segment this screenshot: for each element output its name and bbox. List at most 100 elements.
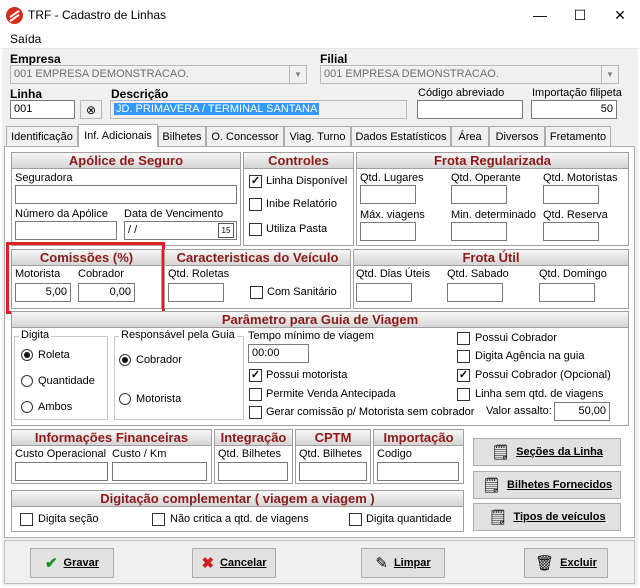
binoculars-icon[interactable]: ⊗ [80, 100, 102, 119]
integracao-qtd-bilhetes-input[interactable] [218, 462, 288, 481]
tempo-minimo-input[interactable]: 00:00 [248, 344, 309, 363]
data-vencimento-label: Data de Vencimento [124, 208, 224, 220]
qtd-roletas-input[interactable] [168, 283, 224, 302]
gerar-comissao-checkbox[interactable] [249, 406, 262, 419]
tab-inf-adicionais[interactable]: Inf. Adicionais [78, 124, 158, 147]
secoes-linha-label: Seções da Linha [516, 446, 603, 458]
valor-assalto-input[interactable]: 50,00 [554, 402, 610, 421]
ambos-radio[interactable] [21, 401, 33, 413]
qtd-operante-input[interactable] [451, 185, 507, 204]
descricao-input[interactable]: JD. PRIMAVERA / TERMINAL SANTANA [110, 100, 407, 119]
qtd-motoristas-label: Qtd. Motoristas [543, 172, 618, 184]
gravar-button[interactable]: ✔ Gravar [30, 548, 114, 578]
document-list-icon: 🗒 [491, 444, 511, 461]
linha-sem-viagens-label: Linha sem qtd. de viagens [475, 388, 604, 400]
min-determinado-input[interactable] [451, 222, 507, 241]
digita-agencia-checkbox[interactable] [457, 350, 470, 363]
linha-label: Linha [10, 87, 42, 101]
permite-venda-checkbox[interactable] [249, 388, 262, 401]
ambos-label: Ambos [38, 401, 73, 413]
qtd-lugares-input[interactable] [360, 185, 416, 204]
cptm-qtd-bilhetes-label: Qtd. Bilhetes [299, 448, 362, 460]
tab-identificacao[interactable]: Identificação [6, 126, 78, 146]
tab-viag-turno[interactable]: Viag. Turno [284, 126, 351, 146]
cobrador-comissao-label: Cobrador [78, 268, 124, 280]
nao-critica-checkbox[interactable] [152, 513, 165, 526]
possui-cobrador-checkbox[interactable] [457, 332, 470, 345]
cancelar-button[interactable]: ✖ Cancelar [192, 548, 276, 578]
menu-saida[interactable]: Saída [10, 32, 41, 46]
digita-legend: Digita [19, 329, 52, 341]
digita-secao-label: Digita seção [38, 513, 99, 525]
bilhetes-fornecidos-button[interactable]: 🗒 Bilhetes Fornecidos [473, 471, 621, 499]
qtd-dias-uteis-input[interactable] [356, 283, 412, 302]
cobrador-comissao-input[interactable]: 0,00 [78, 283, 135, 302]
numero-apolice-input[interactable] [15, 221, 117, 240]
tab-fretamento[interactable]: Fretamento [545, 126, 611, 146]
numero-apolice-label: Número da Apólice [15, 208, 108, 220]
parametro-title: Parâmetro para Guia de Viagem [12, 312, 628, 328]
utiliza-pasta-checkbox[interactable] [249, 223, 262, 236]
inibe-relatorio-label: Inibe Relatório [266, 198, 337, 210]
tab-bilhetes[interactable]: Bilhetes [158, 126, 206, 146]
limpar-label: Limpar [393, 557, 431, 569]
tab-diversos[interactable]: Diversos [489, 126, 545, 146]
valor-assalto-label: Valor assalto: [486, 405, 552, 417]
empresa-combo[interactable]: 001 EMPRESA DEMONSTRACAO. [10, 65, 307, 84]
chevron-down-icon[interactable]: ▼ [601, 66, 618, 83]
possui-cobrador-opcional-checkbox[interactable]: ✓ [457, 369, 470, 382]
importacao-codigo-input[interactable] [377, 462, 459, 481]
digita-secao-checkbox[interactable] [20, 513, 33, 526]
qtd-motoristas-input[interactable] [543, 185, 599, 204]
motorista-radio[interactable] [119, 393, 131, 405]
document-list-icon: 🗒 [481, 477, 501, 494]
linha-sem-viagens-checkbox[interactable] [457, 388, 470, 401]
tab-o-concessor[interactable]: O. Concessor [206, 126, 284, 146]
importacao-filipeta-label: Importação filipeta [532, 87, 622, 99]
apolice-title: Apólice de Seguro [12, 153, 240, 169]
cobrador-radio[interactable] [119, 354, 131, 366]
custo-km-input[interactable] [112, 462, 207, 481]
cancel-x-icon: ✖ [201, 555, 215, 572]
custo-operacional-input[interactable] [15, 462, 108, 481]
max-viagens-label: Máx. viagens [360, 209, 425, 221]
importacao-filipeta-input[interactable]: 50 [531, 100, 617, 119]
motorista-comissao-input[interactable]: 5,00 [15, 283, 71, 302]
qtd-reserva-input[interactable] [543, 222, 599, 241]
tipos-veiculos-button[interactable]: 🗒 Tipos de veículos [473, 503, 621, 531]
window-title: TRF - Cadastro de Linhas [28, 8, 167, 22]
possui-motorista-checkbox[interactable]: ✓ [249, 369, 262, 382]
digita-quantidade-checkbox[interactable] [349, 513, 362, 526]
secoes-linha-button[interactable]: 🗒 Seções da Linha [473, 438, 621, 466]
linha-input[interactable]: 001 [10, 100, 75, 119]
custo-km-label: Custo / Km [112, 448, 167, 460]
close-button[interactable]: ✕ [600, 0, 640, 30]
quantidade-radio[interactable] [21, 375, 33, 387]
tab-dados-estatisticos[interactable]: Dados Estatísticos [351, 126, 451, 146]
digita-quantidade-label: Digita quantidade [366, 513, 452, 525]
minimize-button[interactable]: — [520, 0, 560, 30]
com-sanitario-checkbox[interactable] [250, 286, 263, 299]
codigo-abreviado-input[interactable] [417, 100, 523, 119]
qtd-sabado-input[interactable] [447, 283, 503, 302]
cptm-qtd-bilhetes-input[interactable] [299, 462, 367, 481]
excluir-button[interactable]: 🗑 Excluir [524, 548, 608, 578]
max-viagens-input[interactable] [360, 222, 416, 241]
cobrador-label: Cobrador [136, 354, 182, 366]
inibe-relatorio-checkbox[interactable] [249, 198, 262, 211]
chevron-down-icon[interactable]: ▼ [289, 66, 306, 83]
filial-combo[interactable]: 001 EMPRESA DEMONSTRACAO. [320, 65, 619, 84]
bilhetes-fornecidos-label: Bilhetes Fornecidos [506, 479, 613, 491]
qtd-domingo-input[interactable] [539, 283, 595, 302]
seguradora-input[interactable] [15, 185, 237, 204]
info-financeiras-title: Informações Financeiras [12, 430, 211, 446]
tab-area[interactable]: Área [451, 126, 489, 146]
qtd-roletas-label: Qtd. Roletas [168, 268, 230, 280]
possui-motorista-label: Possui motorista [266, 369, 348, 381]
maximize-button[interactable]: ☐ [560, 0, 600, 30]
linha-disponivel-checkbox[interactable]: ✓ [249, 175, 262, 188]
calendar-icon[interactable]: 15 [218, 223, 234, 238]
roleta-radio[interactable] [21, 349, 33, 361]
frota-regularizada-title: Frota Regularizada [357, 153, 628, 169]
limpar-button[interactable]: ✎ Limpar [361, 548, 445, 578]
